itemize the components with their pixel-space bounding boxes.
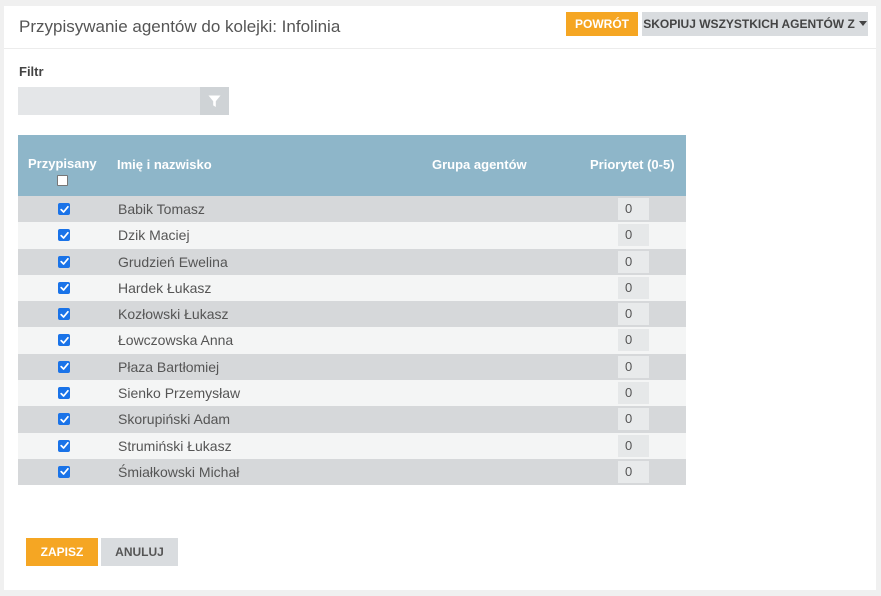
agent-name: Grudzień Ewelina [118,253,228,270]
table-row: Skorupiński Adam 0 [18,406,686,433]
assigned-checkbox[interactable] [58,387,70,400]
table-row: Płaza Bartłomiej 0 [18,353,686,381]
priority-input[interactable]: 0 [618,224,649,247]
table-row: Kozłowski Łukasz 0 [18,301,686,328]
check-icon [59,284,69,292]
assigned-checkbox[interactable] [58,465,70,478]
priority-input[interactable]: 0 [618,198,649,220]
agent-name: Dzik Maciej [118,227,190,244]
assigned-checkbox[interactable] [58,281,70,294]
priority-input[interactable]: 0 [618,408,649,431]
priority-input[interactable]: 0 [618,434,649,457]
check-icon [59,442,69,450]
queue-assignment-panel: Przypisywanie agentów do kolejki: Infoli… [4,6,876,590]
column-group: Grupa agentów [432,157,527,172]
priority-input[interactable]: 0 [618,303,649,326]
assigned-checkbox[interactable] [58,413,70,426]
check-icon [59,468,69,476]
assigned-checkbox[interactable] [58,439,70,452]
column-assigned: Przypisany [28,156,97,171]
priority-input[interactable]: 0 [618,329,649,352]
table-row: Łowczowska Anna 0 [18,327,686,354]
column-priority: Priorytet (0-5) [590,157,675,172]
table-row: Babik Tomasz 0 [18,196,686,223]
back-button[interactable]: POWRÓT [566,12,638,36]
check-icon [59,231,69,239]
copy-all-agents-dropdown[interactable]: SKOPIUJ WSZYSTKICH AGENTÓW Z [642,12,868,36]
filter-icon [208,95,221,107]
check-icon [59,415,69,423]
column-name: Imię i nazwisko [117,157,212,172]
priority-input[interactable]: 0 [618,460,649,483]
table-row: Dzik Maciej 0 [18,222,686,249]
table-row: Grudzień Ewelina 0 [18,248,686,275]
check-icon [59,363,69,371]
table-row: Hardek Łukasz 0 [18,274,686,302]
table-header: Przypisany Imię i nazwisko Grupa agentów… [18,135,686,196]
panel-header: Przypisywanie agentów do kolejki: Infoli… [4,6,876,49]
agent-name: Hardek Łukasz [118,279,212,296]
agent-name: Babik Tomasz [118,201,205,217]
priority-input[interactable]: 0 [618,250,649,273]
agent-name: Skorupiński Adam [118,411,231,428]
table-row: Strumiński Łukasz 0 [18,432,686,459]
agent-name: Strumiński Łukasz [118,437,232,454]
check-icon [59,336,69,344]
agent-name: Sienko Przemysław [118,385,241,402]
agents-table: Przypisany Imię i nazwisko Grupa agentów… [18,135,686,486]
check-icon [59,258,69,265]
check-icon [59,205,69,213]
table-body: Babik Tomasz 0 Dzik Maciej 0 Grudzień Ewelin… [18,196,686,486]
assigned-checkbox[interactable] [58,360,70,373]
table-row: Sienko Przemysław 0 [18,380,686,407]
save-button[interactable]: ZAPISZ [26,538,98,566]
priority-input[interactable]: 0 [618,276,649,299]
cancel-button[interactable]: ANULUJ [101,538,178,566]
assigned-checkbox[interactable] [58,255,70,268]
agent-name: Śmiałkowski Michał [118,463,240,480]
filter-button[interactable] [200,87,229,115]
caret-down-icon [858,21,867,27]
assigned-checkbox[interactable] [58,229,70,242]
select-all-checkbox[interactable] [57,175,68,186]
check-icon [59,310,69,318]
assigned-checkbox[interactable] [58,334,70,347]
copy-all-agents-label: SKOPIUJ WSZYSTKICH AGENTÓW Z [643,17,855,31]
assigned-checkbox[interactable] [58,308,70,321]
agent-name: Płaza Bartłomiej [118,358,220,375]
filter-input[interactable] [18,87,200,115]
page-title: Przypisywanie agentów do kolejki: Infoli… [19,17,341,36]
assigned-checkbox[interactable] [58,203,70,215]
priority-input[interactable]: 0 [618,382,649,405]
filter-label: Filtr [19,64,44,79]
priority-input[interactable]: 0 [618,355,649,378]
agent-name: Kozłowski Łukasz [118,306,229,323]
agent-name: Łowczowska Anna [118,332,234,349]
check-icon [59,389,69,397]
table-row: Śmiałkowski Michał 0 [18,458,686,486]
